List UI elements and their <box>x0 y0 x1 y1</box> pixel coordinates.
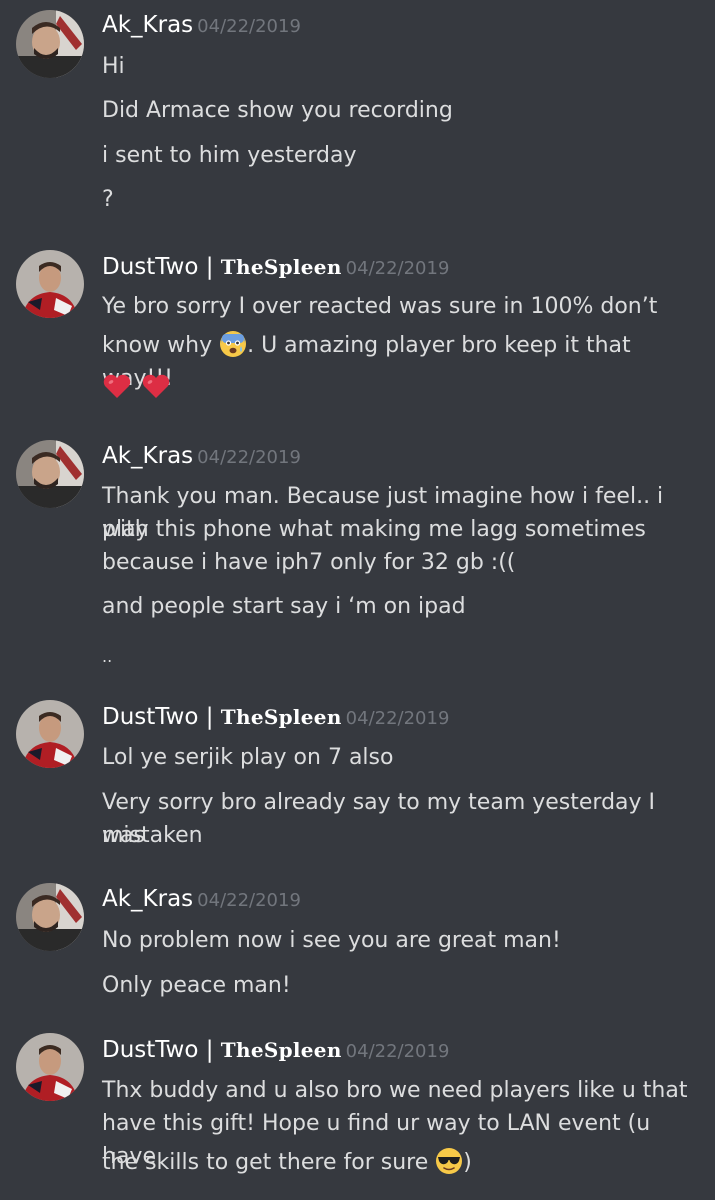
avatar[interactable] <box>16 250 84 318</box>
username[interactable]: DustTwo | TheSpleen <box>102 704 342 730</box>
message-text: Ye bro sorry I over reacted was sure in … <box>102 294 658 319</box>
avatar[interactable] <box>16 883 84 951</box>
timestamp: 04/22/2019 <box>345 708 450 729</box>
username-stylized: TheSpleen <box>220 705 342 729</box>
message-header: DustTwo | TheSpleen 04/22/2019 <box>102 254 449 280</box>
red-heart-emoji <box>102 371 132 401</box>
message-text: .. <box>102 647 113 666</box>
username[interactable]: Ak_Kras <box>102 12 193 38</box>
avatar[interactable] <box>16 10 84 78</box>
timestamp: 04/22/2019 <box>197 16 301 37</box>
message-text: mistaken <box>102 823 203 848</box>
username-stylized: TheSpleen <box>220 1038 342 1062</box>
username[interactable]: Ak_Kras <box>102 886 193 912</box>
message-text-segment: the skills to get there for sure <box>102 1150 436 1175</box>
message-header: Ak_Kras 04/22/2019 <box>102 886 301 912</box>
avatar[interactable] <box>16 440 84 508</box>
message-text: Lol ye serjik play on 7 also <box>102 745 394 770</box>
message-text: ? <box>102 187 114 212</box>
message-text: Thx buddy and u also bro we need players… <box>102 1078 688 1103</box>
message-text: and people start say i ‘m on ipad <box>102 594 466 619</box>
message-text: the skills to get there for sure ) <box>102 1146 695 1179</box>
chat-messages: Ak_Kras 04/22/2019 Hi Did Armace show you… <box>0 0 715 1200</box>
message-header: Ak_Kras 04/22/2019 <box>102 12 301 38</box>
username-prefix: DustTwo | <box>102 704 221 730</box>
message-header: DustTwo | TheSpleen 04/22/2019 <box>102 704 449 730</box>
message-text: Did Armace show you recording <box>102 98 453 123</box>
username[interactable]: DustTwo | TheSpleen <box>102 1037 342 1063</box>
reactions-line <box>102 371 695 405</box>
message-text: i sent to him yesterday <box>102 143 357 168</box>
message-header: Ak_Kras 04/22/2019 <box>102 443 301 469</box>
username-prefix: DustTwo | <box>102 254 221 280</box>
username-stylized: TheSpleen <box>220 255 342 279</box>
avatar[interactable] <box>16 700 84 768</box>
message-text-segment: ) <box>463 1150 472 1175</box>
timestamp: 04/22/2019 <box>197 447 301 468</box>
timestamp: 04/22/2019 <box>345 258 450 279</box>
red-heart-emoji <box>141 371 171 401</box>
message-text: Hi <box>102 54 125 79</box>
timestamp: 04/22/2019 <box>197 890 301 911</box>
username-prefix: DustTwo | <box>102 1037 221 1063</box>
sunglasses-emoji <box>435 1147 463 1175</box>
message-header: DustTwo | TheSpleen 04/22/2019 <box>102 1037 449 1063</box>
avatar[interactable] <box>16 1033 84 1101</box>
message-text: with this phone what making me lagg some… <box>102 517 646 542</box>
fearful-face-emoji <box>219 330 247 358</box>
message-text: Only peace man! <box>102 973 291 998</box>
username[interactable]: Ak_Kras <box>102 443 193 469</box>
username[interactable]: DustTwo | TheSpleen <box>102 254 342 280</box>
message-text: No problem now i see you are great man! <box>102 928 561 953</box>
timestamp: 04/22/2019 <box>345 1041 450 1062</box>
message-text-segment: know why <box>102 333 220 358</box>
message-text: because i have iph7 only for 32 gb :(( <box>102 550 516 575</box>
